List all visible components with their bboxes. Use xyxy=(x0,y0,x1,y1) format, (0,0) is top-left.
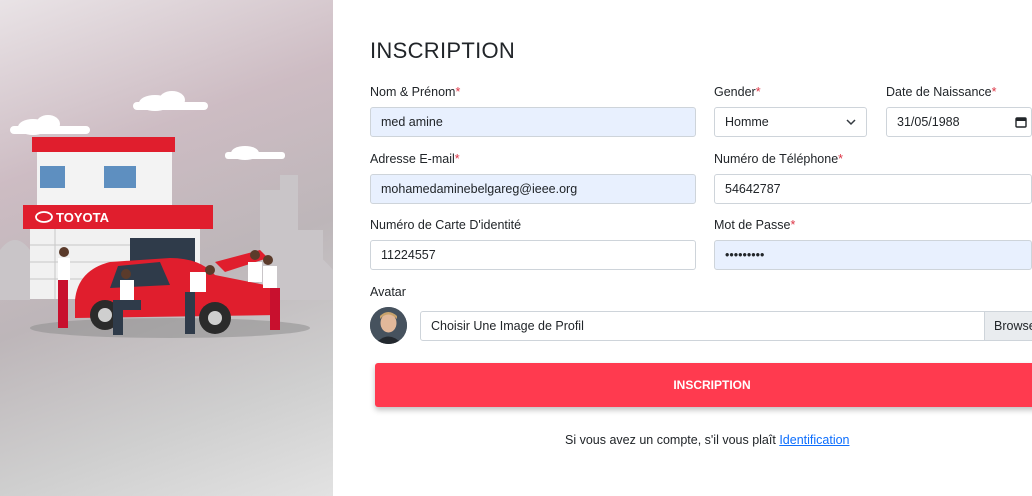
illustration-panel: TOYOTA xyxy=(0,0,333,496)
phone-label: Numéro de Téléphone* xyxy=(714,152,844,166)
login-prompt: Si vous avez un compte, s'il vous plaît … xyxy=(565,433,850,447)
brand-logo-text: TOYOTA xyxy=(56,210,110,225)
password-value: ••••••••• xyxy=(725,248,765,262)
id-card-field[interactable]: 11224557 xyxy=(370,240,696,270)
avatar-label: Avatar xyxy=(370,285,406,299)
password-label: Mot de Passe* xyxy=(714,218,796,232)
name-value: med amine xyxy=(381,115,443,129)
login-prompt-text: Si vous avez un compte, s'il vous plaît xyxy=(565,433,776,447)
registration-form: INSCRIPTION Nom & Prénom* med amine Gend… xyxy=(333,0,1032,496)
avatar-file-input[interactable]: Choisir Une Image de Profil Browse xyxy=(420,311,1032,341)
name-label: Nom & Prénom* xyxy=(370,85,461,99)
id-card-value: 11224557 xyxy=(381,248,436,262)
chevron-down-icon xyxy=(846,119,856,126)
gender-select[interactable]: Homme xyxy=(714,107,867,137)
submit-button[interactable]: INSCRIPTION xyxy=(375,363,1032,407)
phone-field[interactable]: 54642787 xyxy=(714,174,1032,204)
login-link[interactable]: Identification xyxy=(779,433,849,447)
gender-value: Homme xyxy=(725,115,769,129)
gender-label: Gender* xyxy=(714,85,761,99)
avatar-placeholder: Choisir Une Image de Profil xyxy=(431,319,584,333)
cloud-icon xyxy=(225,146,285,160)
birthdate-label: Date de Naissance* xyxy=(886,85,997,99)
phone-value: 54642787 xyxy=(725,182,781,196)
cloud-icon xyxy=(10,115,90,135)
birthdate-field[interactable]: 31/05/1988 xyxy=(886,107,1032,137)
garage-illustration: TOYOTA xyxy=(0,91,333,338)
cloud-icon xyxy=(133,91,208,111)
password-field[interactable]: ••••••••• xyxy=(714,240,1032,270)
avatar-image xyxy=(370,307,407,344)
email-field[interactable]: mohamedaminebelgareg@ieee.org xyxy=(370,174,696,204)
calendar-icon[interactable] xyxy=(1015,116,1027,128)
email-value: mohamedaminebelgareg@ieee.org xyxy=(381,182,578,196)
email-label: Adresse E-mail* xyxy=(370,152,460,166)
submit-label: INSCRIPTION xyxy=(673,378,751,392)
page-title: INSCRIPTION xyxy=(370,38,516,63)
birthdate-value: 31/05/1988 xyxy=(897,115,960,129)
id-card-label: Numéro de Carte D'identité xyxy=(370,218,522,232)
avatar xyxy=(370,307,407,344)
browse-button[interactable]: Browse xyxy=(984,312,1032,340)
name-field[interactable]: med amine xyxy=(370,107,696,137)
